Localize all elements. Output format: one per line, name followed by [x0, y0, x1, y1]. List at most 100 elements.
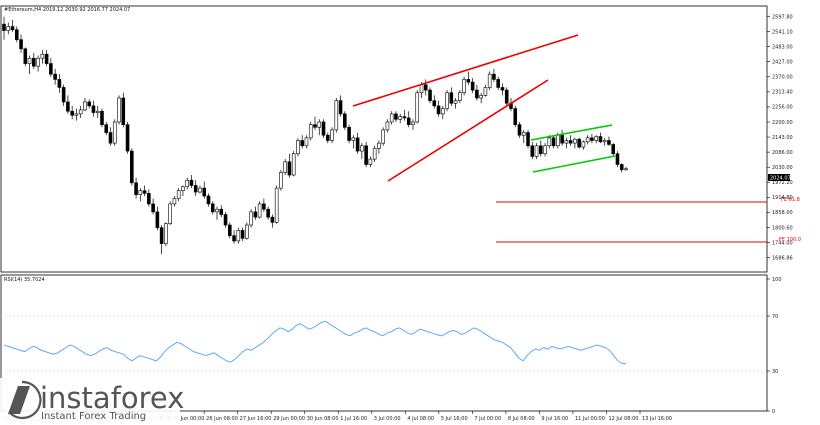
candle-body: [228, 224, 232, 236]
candle: [74, 108, 79, 121]
candle-body: [619, 164, 624, 171]
candle-body: [436, 105, 441, 115]
candle: [168, 201, 172, 226]
candle: [585, 135, 590, 145]
candle-body: [185, 179, 189, 188]
candle: [436, 100, 441, 117]
price-tick-label: 2483.00: [772, 44, 793, 50]
candle: [368, 156, 373, 168]
candle: [279, 169, 283, 191]
candle-body: [385, 121, 390, 131]
candle: [210, 201, 215, 215]
time-tick-label: 3 Jul 00:00: [374, 416, 401, 422]
candle-body: [300, 140, 305, 147]
candle-body: [249, 211, 253, 226]
candle-body: [210, 203, 215, 213]
candle: [219, 205, 224, 218]
candle: [2, 16, 6, 40]
candle: [517, 121, 522, 138]
candle-body: [23, 48, 28, 64]
candle: [10, 19, 15, 32]
candle-body: [602, 140, 607, 143]
candle-body: [334, 100, 339, 131]
candle: [492, 68, 496, 83]
candle: [189, 175, 194, 189]
candle-body: [556, 134, 560, 147]
candle: [121, 92, 126, 128]
candle: [23, 47, 28, 67]
candle-body: [108, 132, 113, 144]
candle-body: [402, 116, 407, 119]
candle: [308, 121, 313, 141]
candle: [624, 166, 628, 171]
candle-body: [215, 208, 219, 213]
candle: [108, 127, 113, 146]
candle-body: [483, 87, 488, 96]
candle: [125, 121, 130, 154]
candle: [551, 135, 556, 149]
candle: [53, 68, 57, 85]
chart-canvas: #Ethereum,H4 2019.12 2030.92 2016.77 202…: [0, 5, 801, 425]
candle: [245, 222, 249, 240]
candle: [534, 143, 539, 160]
candle: [262, 198, 266, 212]
candle-body: [95, 110, 100, 113]
candle-body: [53, 73, 57, 80]
candle-body: [198, 187, 202, 193]
time-tick-label: 30 Jun 08:00: [307, 416, 339, 422]
candle-body: [500, 87, 505, 91]
candle: [504, 87, 509, 106]
candle-body: [83, 101, 87, 111]
candle-body: [296, 140, 300, 155]
candle: [57, 74, 62, 93]
candle-body: [389, 113, 394, 123]
candle: [423, 79, 428, 96]
candle-body: [466, 79, 471, 83]
candle: [530, 141, 535, 160]
fib-100-label: FE 100.0: [779, 237, 801, 243]
rsi-tick-label: 100: [772, 277, 782, 283]
candle: [432, 95, 437, 109]
candle-body: [398, 116, 402, 120]
candle: [291, 151, 296, 177]
time-tick-label: 8 Jul 08:00: [508, 416, 535, 422]
candle: [521, 129, 526, 144]
time-tick-label: 26 Jun 08:00: [206, 416, 238, 422]
candle: [296, 137, 300, 157]
candle-body: [479, 95, 483, 99]
candle: [360, 143, 364, 160]
candle: [398, 113, 402, 124]
candle: [249, 209, 253, 228]
candle-body: [27, 57, 32, 64]
candle: [577, 137, 581, 149]
candle: [334, 97, 339, 133]
candle: [449, 87, 454, 106]
candle: [385, 119, 390, 133]
candle: [411, 119, 415, 130]
candle-body: [91, 105, 96, 113]
candle-body: [270, 216, 275, 223]
candle: [181, 185, 185, 196]
candle-body: [262, 203, 266, 210]
candle: [573, 137, 577, 149]
candle-body: [343, 113, 347, 128]
candle-body: [159, 227, 164, 244]
candle-body: [513, 108, 518, 125]
candle: [164, 222, 168, 247]
candle-body: [291, 153, 296, 176]
candle: [32, 52, 36, 69]
candle-body: [325, 134, 330, 141]
candle: [475, 84, 479, 101]
candle: [568, 135, 573, 146]
candle-body: [624, 168, 628, 171]
candle: [91, 100, 96, 117]
candle-body: [415, 92, 420, 123]
candle: [253, 206, 258, 220]
candle-body: [517, 124, 522, 136]
candle: [581, 140, 586, 150]
candle-body: [257, 203, 262, 218]
price-tick-label: 2143.00: [772, 135, 793, 141]
candle: [313, 116, 317, 130]
candle-body: [453, 100, 458, 104]
time-tick-label: 13 Jul 16:00: [642, 416, 672, 422]
